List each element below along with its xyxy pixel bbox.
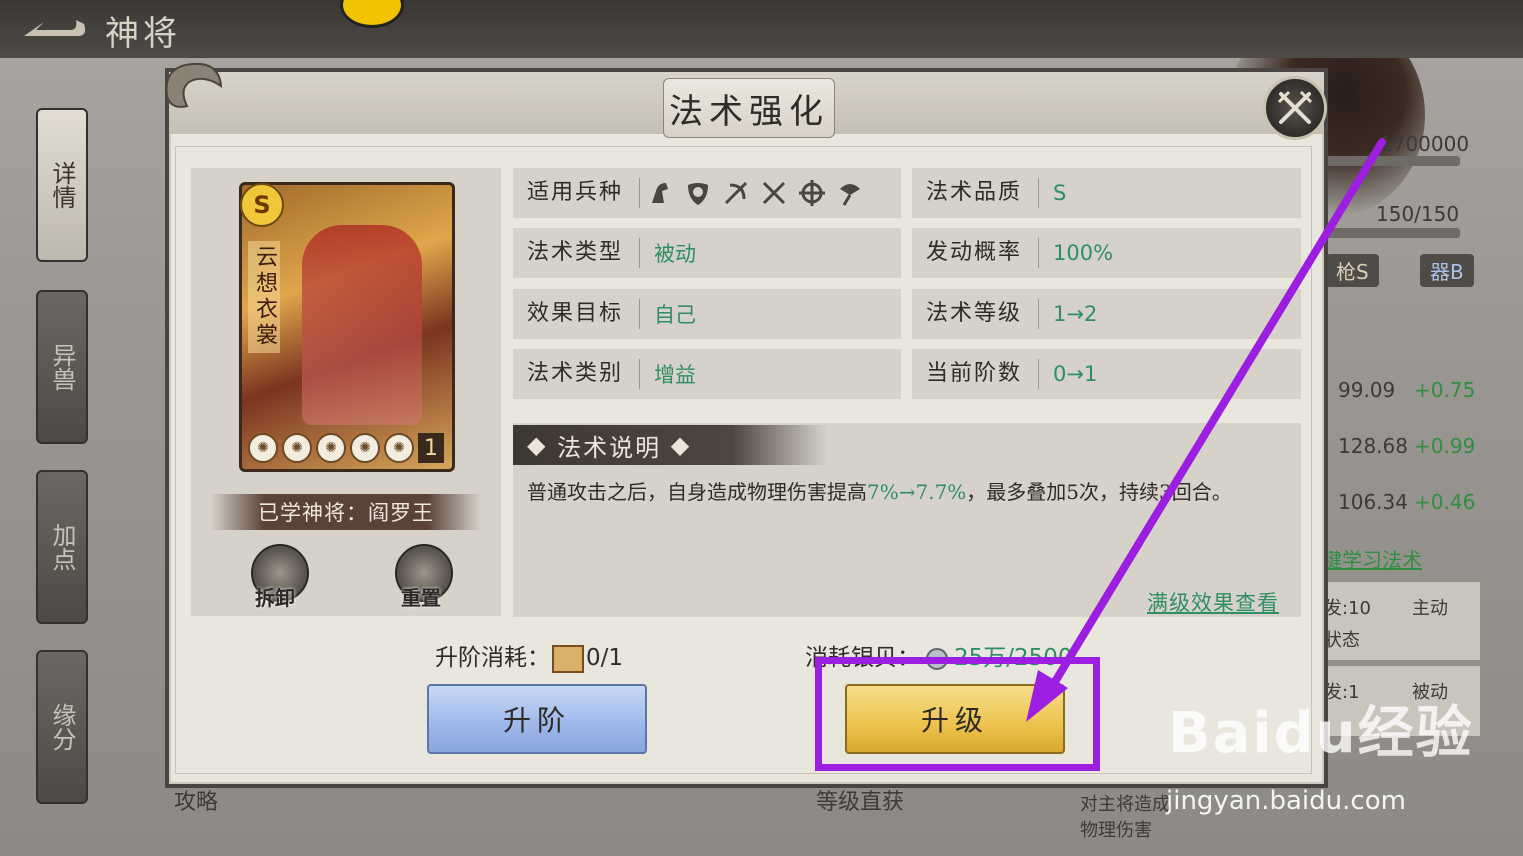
- target-icon: [798, 179, 826, 207]
- attr-key: 效果目标: [513, 299, 640, 329]
- crossed-blades-icon: [760, 179, 788, 207]
- stat-delta: +0.46: [1414, 490, 1476, 514]
- learn-skill-link[interactable]: 键学习法术: [1322, 544, 1422, 573]
- gear-badge: 器B: [1420, 254, 1474, 287]
- attr-key: 法术等级: [912, 299, 1039, 329]
- tab-details[interactable]: 详情: [36, 108, 88, 262]
- bow-icon: [722, 179, 750, 207]
- page-title: 神将: [105, 14, 181, 54]
- skill-info: 发:10: [1324, 598, 1371, 619]
- reset-label: 重置: [401, 586, 441, 610]
- spell-card-panel: S 云想衣裳 ✺ ✺ ✺ ✺ ✺ 1 已学神将：阎罗王 拆卸 重置: [191, 168, 501, 616]
- tab-beast[interactable]: 异兽: [36, 290, 88, 444]
- back-arrow-icon[interactable]: [18, 10, 88, 46]
- cavalry-icon: [646, 179, 674, 207]
- attr-value: 增益: [654, 363, 696, 387]
- tab-points[interactable]: 加点: [36, 470, 88, 624]
- attr-key: 法术类型: [513, 238, 640, 268]
- card-artwork: [302, 225, 422, 425]
- attr-value: S: [1053, 181, 1067, 205]
- desc-highlight: 7%→7.7%: [867, 480, 967, 504]
- advance-cost-label: 升阶消耗：: [435, 645, 550, 671]
- troop-icons: [640, 179, 864, 207]
- weapon-badge: 枪S: [1326, 254, 1379, 287]
- highlight-box: [815, 657, 1100, 771]
- max-level-effect-link[interactable]: 满级效果查看: [1147, 587, 1279, 617]
- shield-icon: [684, 179, 712, 207]
- stat-value: 106.34: [1338, 490, 1408, 514]
- dragon-ornament-icon: [159, 56, 229, 122]
- learned-by-label: 已学神将：阎罗王: [211, 494, 481, 530]
- attr-row: 发动概率 100%: [912, 228, 1301, 278]
- spell-card[interactable]: S 云想衣裳 ✺ ✺ ✺ ✺ ✺ 1: [239, 182, 455, 472]
- skill-slot[interactable]: 发:10 主动 状态: [1320, 582, 1480, 660]
- stat-value: 99.09: [1338, 378, 1396, 402]
- description-panel: ◆ 法术说明 ◆ 普通攻击之后，自身造成物理伤害提高7%→7.7%，最多叠加5次…: [513, 423, 1301, 617]
- bg-text: 攻略: [174, 790, 219, 815]
- description-text: 普通攻击之后，自身造成物理伤害提高7%→7.7%，最多叠加5次，持续3回合。: [527, 479, 1297, 505]
- star-icon: ✺: [316, 433, 346, 463]
- attr-value: 0→1: [1053, 362, 1098, 386]
- bg-text: 对主将造成物理伤害: [1080, 794, 1170, 841]
- attr-value: 100%: [1053, 241, 1114, 265]
- skill-type: 主动: [1412, 598, 1448, 619]
- attr-troop-types: 适用兵种: [513, 168, 901, 218]
- desc-part: ，最多叠加5次，持续3回合。: [966, 480, 1232, 504]
- attr-row: 法术品质 S: [912, 168, 1301, 218]
- attr-row: 当前阶数 0→1: [912, 349, 1301, 399]
- exp-bar: [1320, 156, 1460, 166]
- stamina-value: 150/150: [1376, 202, 1460, 226]
- attr-value: 自己: [654, 303, 696, 327]
- bg-text: 等级直获: [816, 790, 905, 815]
- fan-icon: [836, 179, 864, 207]
- baidu-watermark-logo: Baidu经验: [1168, 701, 1474, 766]
- star-icon: ✺: [282, 433, 312, 463]
- attr-value: 被动: [654, 242, 696, 266]
- attr-key: 法术品质: [912, 178, 1039, 208]
- stat-value: 128.68: [1338, 434, 1408, 458]
- attr-key: 当前阶数: [912, 359, 1039, 389]
- attr-row: 法术类型 被动: [513, 228, 901, 278]
- exp-value: 1700000: [1380, 132, 1470, 156]
- star-rank: ✺ ✺ ✺ ✺ ✺: [248, 433, 414, 463]
- scroll-item-icon: [552, 645, 584, 673]
- star-icon: ✺: [384, 433, 414, 463]
- advance-button[interactable]: 升阶: [427, 684, 647, 754]
- advance-cost-value: 0/1: [586, 645, 624, 671]
- attr-key: 法术类别: [513, 359, 640, 389]
- description-title: ◆ 法术说明 ◆: [513, 425, 827, 465]
- desc-part: 普通攻击之后，自身造成物理伤害提高: [527, 480, 867, 504]
- dialog-title: 法术强化: [663, 78, 835, 138]
- attr-row: 效果目标 自己: [513, 289, 901, 339]
- spell-name: 云想衣裳: [248, 241, 280, 353]
- grade-badge: S: [240, 183, 284, 227]
- stat-delta: +0.75: [1414, 378, 1476, 402]
- card-level: 1: [418, 433, 444, 463]
- tab-bond[interactable]: 缘分: [36, 650, 88, 804]
- attr-value: 1→2: [1053, 302, 1098, 326]
- description-title-text: 法术说明: [557, 433, 662, 462]
- stamina-bar: [1320, 228, 1460, 238]
- star-icon: ✺: [350, 433, 380, 463]
- attr-row: 法术等级 1→2: [912, 289, 1301, 339]
- attr-key: 发动概率: [912, 238, 1039, 268]
- attr-key: 适用兵种: [513, 178, 640, 208]
- crossed-swords-close-icon[interactable]: [1263, 76, 1327, 140]
- star-icon: ✺: [248, 433, 278, 463]
- skill-extra: 状态: [1324, 630, 1360, 651]
- stat-delta: +0.99: [1414, 434, 1476, 458]
- baidu-watermark-url: jingyan.baidu.com: [1166, 786, 1406, 816]
- advance-cost: 升阶消耗： 0/1: [435, 638, 623, 673]
- attr-row: 法术类别 增益: [513, 349, 901, 399]
- uninstall-label: 拆卸: [255, 586, 295, 610]
- top-bar: [0, 0, 1523, 58]
- spell-enhance-dialog: 法术强化 S 云想衣裳 ✺ ✺ ✺ ✺ ✺ 1 已学神将：阎罗王 拆卸 重置 适…: [165, 62, 1328, 788]
